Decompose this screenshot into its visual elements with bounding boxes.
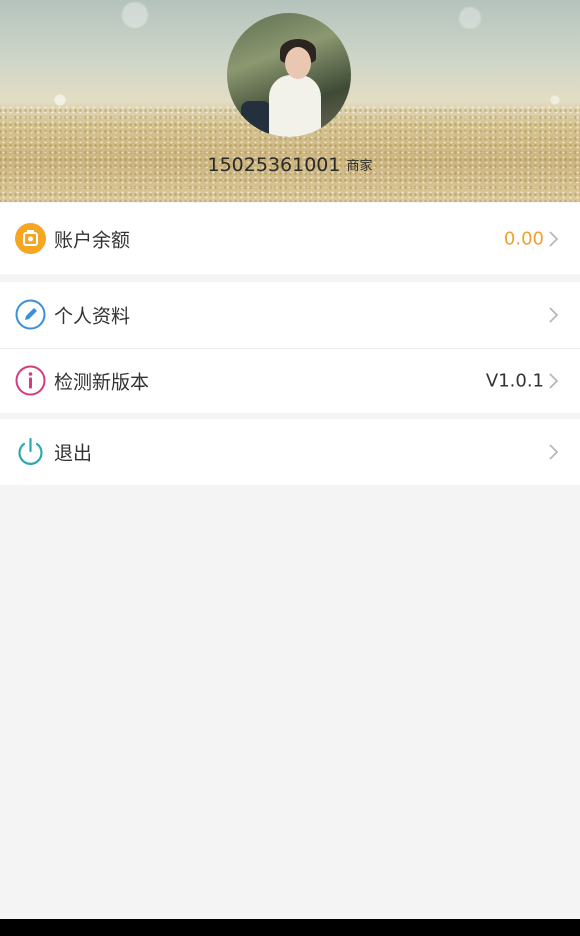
profile-label: 个人资料: [54, 305, 131, 328]
user-role-badge: 商家: [346, 159, 373, 174]
chevron-right-icon: [549, 307, 559, 323]
avatar[interactable]: [227, 13, 351, 137]
settings-group: 个人资料 检测新版本 V1.0.1: [0, 282, 580, 413]
chevron-right-icon: [549, 444, 559, 460]
chevron-right-icon: [549, 373, 559, 389]
menu-item-balance[interactable]: 账户余额 0.00: [0, 203, 580, 274]
user-phone: 15025361001 商家: [0, 154, 580, 176]
version-label: 检测新版本: [54, 371, 150, 394]
power-icon: [18, 437, 43, 465]
profile-header: 15025361001 商家: [0, 0, 580, 202]
phone-number: 15025361001: [207, 154, 341, 176]
wallet-icon: [15, 222, 46, 254]
balance-group: 账户余额 0.00: [0, 203, 580, 274]
navigation-bar: [0, 919, 580, 936]
menu-item-logout[interactable]: 退出: [0, 419, 580, 485]
menu-item-profile[interactable]: 个人资料: [0, 282, 580, 348]
balance-label: 账户余额: [54, 229, 131, 251]
balance-value: 0.00: [503, 228, 544, 249]
logout-group: 退出: [0, 419, 580, 485]
logout-label: 退出: [54, 442, 93, 465]
menu-item-version[interactable]: 检测新版本 V1.0.1: [0, 348, 580, 413]
version-value: V1.0.1: [485, 370, 544, 392]
chevron-right-icon: [549, 230, 559, 247]
info-icon: [15, 365, 46, 396]
edit-icon: [15, 299, 46, 330]
